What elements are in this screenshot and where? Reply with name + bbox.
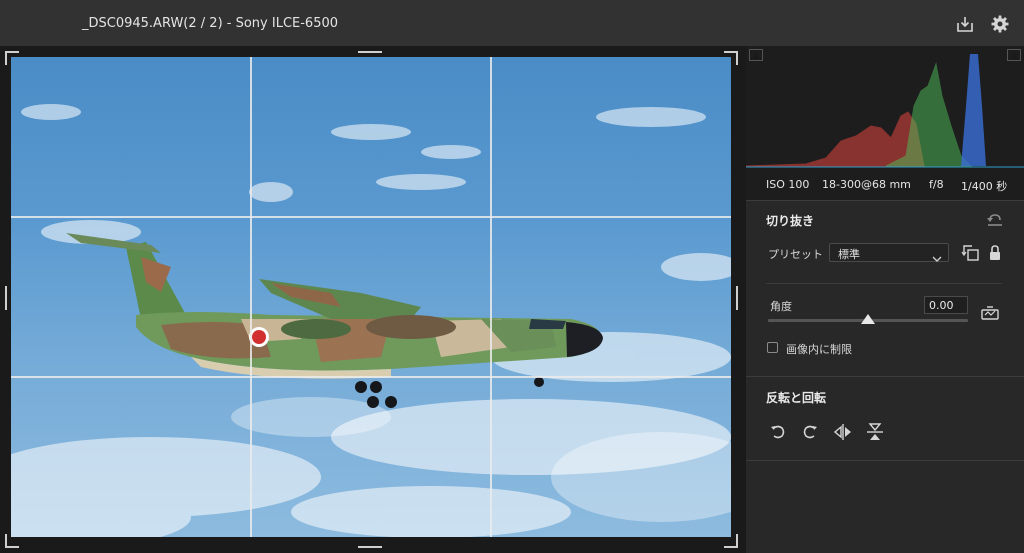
- shadow-clip-indicator[interactable]: [749, 49, 763, 61]
- flip-rotate-title: 反転と回転: [766, 391, 827, 405]
- export-icon[interactable]: [955, 14, 975, 34]
- divider: [746, 460, 1024, 461]
- crop-handle-top-left[interactable]: [5, 51, 19, 53]
- histogram: [746, 46, 1024, 170]
- lock-icon[interactable]: [984, 242, 1006, 264]
- rotate-left-icon[interactable]: [767, 421, 789, 443]
- grid-line-v2: [490, 57, 492, 537]
- crop-handle-bottom-right-v[interactable]: [736, 534, 738, 548]
- reset-icon[interactable]: [984, 209, 1006, 231]
- preset-select[interactable]: 標準: [829, 243, 949, 262]
- chevron-down-icon: [932, 248, 942, 267]
- gear-icon[interactable]: [990, 14, 1010, 34]
- exif-bar: ISO 100 18-300@68 mm f/8 1/400 秒: [746, 170, 1024, 200]
- crop-handle-bottom-left[interactable]: [5, 546, 19, 548]
- constrain-label: 画像内に制限: [786, 343, 852, 356]
- exif-aperture: f/8: [929, 178, 944, 191]
- flip-vertical-icon[interactable]: [864, 421, 886, 443]
- angle-value: 0.00: [929, 299, 954, 312]
- crop-handle-left[interactable]: [5, 286, 7, 310]
- grid-line-v1: [250, 57, 252, 537]
- flip-horizontal-icon[interactable]: [832, 421, 854, 443]
- angle-input[interactable]: 0.00: [924, 296, 968, 314]
- crop-handle-right[interactable]: [736, 286, 738, 310]
- divider: [746, 200, 1024, 201]
- rotate-right-icon[interactable]: [799, 421, 821, 443]
- preset-label: プリセット: [768, 248, 823, 261]
- image-canvas[interactable]: [0, 46, 746, 553]
- exif-shutter: 1/400 秒: [961, 180, 1008, 193]
- exif-iso: ISO 100: [766, 178, 810, 191]
- grid-line-h2: [11, 376, 731, 378]
- highlight-clip-indicator[interactable]: [1007, 49, 1021, 61]
- angle-slider-thumb[interactable]: [861, 314, 875, 324]
- straighten-tool-icon[interactable]: [979, 302, 1001, 324]
- crop-handle-bottom-left-v[interactable]: [5, 534, 7, 548]
- window-title: _DSC0945.ARW(2 / 2) - Sony ILCE-6500: [82, 16, 339, 31]
- crop-handle-top[interactable]: [358, 51, 382, 53]
- preset-value: 標準: [838, 248, 860, 261]
- aircraft: [66, 233, 603, 408]
- crop-handle-top-left-v[interactable]: [5, 51, 7, 65]
- grid-line-h1: [11, 216, 731, 218]
- crop-section-title: 切り抜き: [766, 214, 815, 228]
- crop-handle-top-right-v[interactable]: [736, 51, 738, 65]
- aircraft-photo: [11, 104, 731, 537]
- divider: [766, 283, 1002, 284]
- constrain-checkbox[interactable]: [767, 342, 778, 353]
- swap-orientation-icon[interactable]: [960, 242, 982, 264]
- photo-preview[interactable]: [11, 57, 731, 537]
- adjustments-panel: ISO 100 18-300@68 mm f/8 1/400 秒 切り抜き プリ…: [746, 46, 1024, 553]
- crop-handle-bottom[interactable]: [358, 546, 382, 548]
- angle-label: 角度: [770, 300, 792, 313]
- title-bar: _DSC0945.ARW(2 / 2) - Sony ILCE-6500: [0, 0, 1024, 46]
- exif-lens: 18-300@68 mm: [822, 178, 911, 191]
- divider: [746, 376, 1024, 377]
